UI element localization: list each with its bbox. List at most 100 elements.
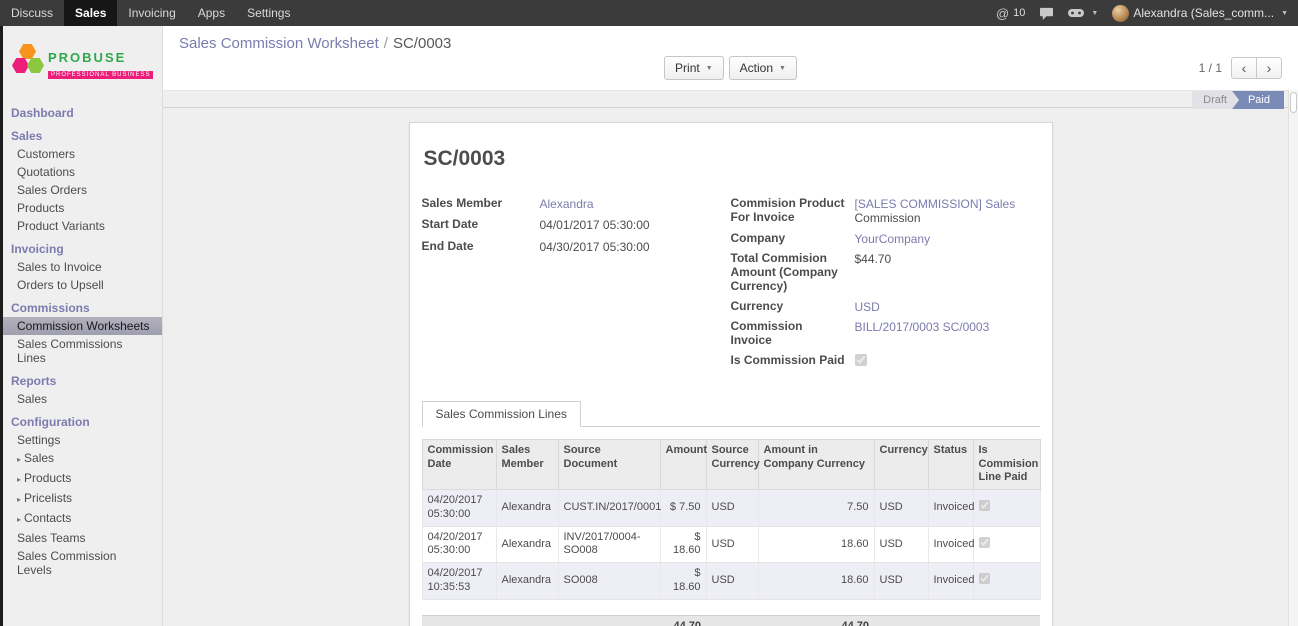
- cell-source-document: SO008: [558, 563, 660, 600]
- pager-value: 1 / 1: [1199, 61, 1222, 75]
- cell-status: Invoiced: [928, 490, 973, 527]
- sidebar-item-sales-config[interactable]: ▸Sales: [3, 449, 162, 469]
- cell-sales-member: Alexandra: [496, 526, 558, 563]
- commission-invoice-link[interactable]: BILL/2017/0003 SC/0003: [855, 320, 990, 334]
- commission-product-link[interactable]: [SALES COMMISSION] Sales: [855, 197, 1016, 211]
- breadcrumb-separator: /: [384, 35, 388, 52]
- menu-discuss[interactable]: Discuss: [0, 0, 64, 26]
- col-currency[interactable]: Currency: [874, 439, 928, 489]
- scrollbar-thumb[interactable]: [1290, 92, 1297, 113]
- sidebar-item-contacts[interactable]: ▸Contacts: [3, 509, 162, 529]
- menu-apps[interactable]: Apps: [187, 0, 236, 26]
- sidebar-item-settings[interactable]: Settings: [3, 431, 162, 449]
- cell-company-amount: 18.60: [758, 526, 874, 563]
- sidebar-section-dashboard[interactable]: Dashboard: [3, 104, 162, 122]
- cell-company-amount: 7.50: [758, 490, 874, 527]
- sidebar-section-commissions[interactable]: Commissions: [3, 299, 162, 317]
- cell-source-currency: USD: [706, 490, 758, 527]
- currency-link[interactable]: USD: [855, 300, 880, 314]
- user-menu[interactable]: Alexandra (Sales_comm... ▼: [1112, 5, 1288, 22]
- tools-icon: [1068, 8, 1084, 18]
- table-total-row: 44.70 44.70: [422, 615, 1040, 626]
- sidebar-item-customers[interactable]: Customers: [3, 145, 162, 163]
- content-area: Sales Commission Worksheet/SC/0003 Print…: [163, 26, 1298, 626]
- tab-sales-commission-lines[interactable]: Sales Commission Lines: [422, 401, 581, 427]
- breadcrumb: Sales Commission Worksheet/SC/0003: [179, 35, 451, 52]
- col-sales-member[interactable]: Sales Member: [496, 439, 558, 489]
- table-row[interactable]: 04/20/2017 05:30:00 Alexandra INV/2017/0…: [422, 526, 1040, 563]
- commission-product-rest: Commission: [855, 211, 921, 225]
- status-paid[interactable]: Paid: [1232, 91, 1284, 109]
- sidebar-section-configuration[interactable]: Configuration: [3, 413, 162, 431]
- sidebar-item-sales-commissions-lines[interactable]: Sales Commissions Lines: [3, 335, 162, 367]
- top-menu: Discuss Sales Invoicing Apps Settings: [0, 0, 301, 26]
- sidebar-section-sales[interactable]: Sales: [3, 127, 162, 145]
- sidebar-item-orders-to-upsell[interactable]: Orders to Upsell: [3, 276, 162, 294]
- col-source-document[interactable]: Source Document: [558, 439, 660, 489]
- pager-previous-button[interactable]: ‹: [1231, 57, 1257, 79]
- left-field-group: Sales Member Alexandra Start Date 04/01/…: [422, 197, 731, 369]
- sidebar-item-sales-teams[interactable]: Sales Teams: [3, 529, 162, 547]
- sidebar-item-sales-report[interactable]: Sales: [3, 390, 162, 408]
- chevron-right-icon: ▸: [17, 515, 21, 524]
- status-draft[interactable]: Draft: [1192, 91, 1239, 109]
- cell-currency: USD: [874, 526, 928, 563]
- breadcrumb-parent[interactable]: Sales Commission Worksheet: [179, 35, 379, 52]
- cell-currency: USD: [874, 563, 928, 600]
- line-paid-checkbox: [979, 537, 990, 548]
- cell-source-currency: USD: [706, 526, 758, 563]
- logo-title: PROBUSE: [48, 50, 126, 65]
- cell-amount: $ 7.50: [660, 490, 706, 527]
- sidebar: PROBUSE PROFESSIONAL BUSINESS Dashboard …: [0, 26, 163, 626]
- caret-down-icon: ▼: [779, 65, 786, 72]
- tools-menu-button[interactable]: ▼: [1068, 8, 1098, 18]
- vertical-scrollbar[interactable]: [1288, 90, 1298, 626]
- cell-source-document: INV/2017/0004-SO008: [558, 526, 660, 563]
- sales-member-link[interactable]: Alexandra: [540, 197, 594, 211]
- status-bar: Draft Paid: [163, 90, 1298, 108]
- action-button[interactable]: Action ▼: [729, 56, 797, 80]
- sidebar-item-pricelists[interactable]: ▸Pricelists: [3, 489, 162, 509]
- sidebar-section-invoicing[interactable]: Invoicing: [3, 240, 162, 258]
- line-paid-checkbox: [979, 573, 990, 584]
- sidebar-item-product-variants[interactable]: Product Variants: [3, 217, 162, 235]
- company-link[interactable]: YourCompany: [855, 232, 931, 246]
- sidebar-item-sales-to-invoice[interactable]: Sales to Invoice: [3, 258, 162, 276]
- total-amount: 44.70: [660, 615, 706, 626]
- caret-down-icon: ▼: [1091, 10, 1098, 17]
- sidebar-item-sales-orders[interactable]: Sales Orders: [3, 181, 162, 199]
- table-row[interactable]: 04/20/2017 05:30:00 Alexandra CUST.IN/20…: [422, 490, 1040, 527]
- col-amount[interactable]: Amount: [660, 439, 706, 489]
- print-button[interactable]: Print ▼: [664, 56, 724, 80]
- messages-button[interactable]: [1039, 7, 1054, 20]
- col-line-paid[interactable]: Is Commision Line Paid: [973, 439, 1040, 489]
- at-icon: @: [996, 6, 1009, 21]
- end-date-value: 04/30/2017 05:30:00: [540, 240, 721, 254]
- sidebar-item-label: Sales: [24, 451, 54, 465]
- field-label-currency: Currency: [731, 300, 855, 314]
- sidebar-item-products[interactable]: Products: [3, 199, 162, 217]
- chevron-right-icon: ▸: [17, 495, 21, 504]
- menu-invoicing[interactable]: Invoicing: [117, 0, 186, 26]
- table-row[interactable]: 04/20/2017 10:35:53 Alexandra SO008 $ 18…: [422, 563, 1040, 600]
- pager-next-button[interactable]: ›: [1256, 57, 1282, 79]
- col-amount-company-currency[interactable]: Amount in Company Currency: [758, 439, 874, 489]
- col-source-currency[interactable]: Source Currency: [706, 439, 758, 489]
- sidebar-section-reports[interactable]: Reports: [3, 372, 162, 390]
- sidebar-item-sales-commission-levels[interactable]: Sales Commission Levels: [3, 547, 162, 579]
- user-name: Alexandra (Sales_comm...: [1133, 6, 1274, 20]
- systray: @ 10 ▼ Alexandra (Sales_comm... ▼: [996, 0, 1298, 26]
- sidebar-item-quotations[interactable]: Quotations: [3, 163, 162, 181]
- sidebar-item-products-config[interactable]: ▸Products: [3, 469, 162, 489]
- menu-settings[interactable]: Settings: [236, 0, 301, 26]
- topbar: Discuss Sales Invoicing Apps Settings @ …: [0, 0, 1298, 26]
- notebook: Sales Commission Lines Commission Date: [422, 401, 1040, 626]
- logo-hexagons-icon: [11, 41, 43, 87]
- col-commission-date[interactable]: Commission Date: [422, 439, 496, 489]
- mentions-button[interactable]: @ 10: [996, 6, 1025, 21]
- cell-sales-member: Alexandra: [496, 563, 558, 600]
- sidebar-item-commission-worksheets[interactable]: Commission Worksheets: [3, 317, 162, 335]
- col-status[interactable]: Status: [928, 439, 973, 489]
- print-button-label: Print: [675, 61, 700, 75]
- menu-sales[interactable]: Sales: [64, 0, 117, 26]
